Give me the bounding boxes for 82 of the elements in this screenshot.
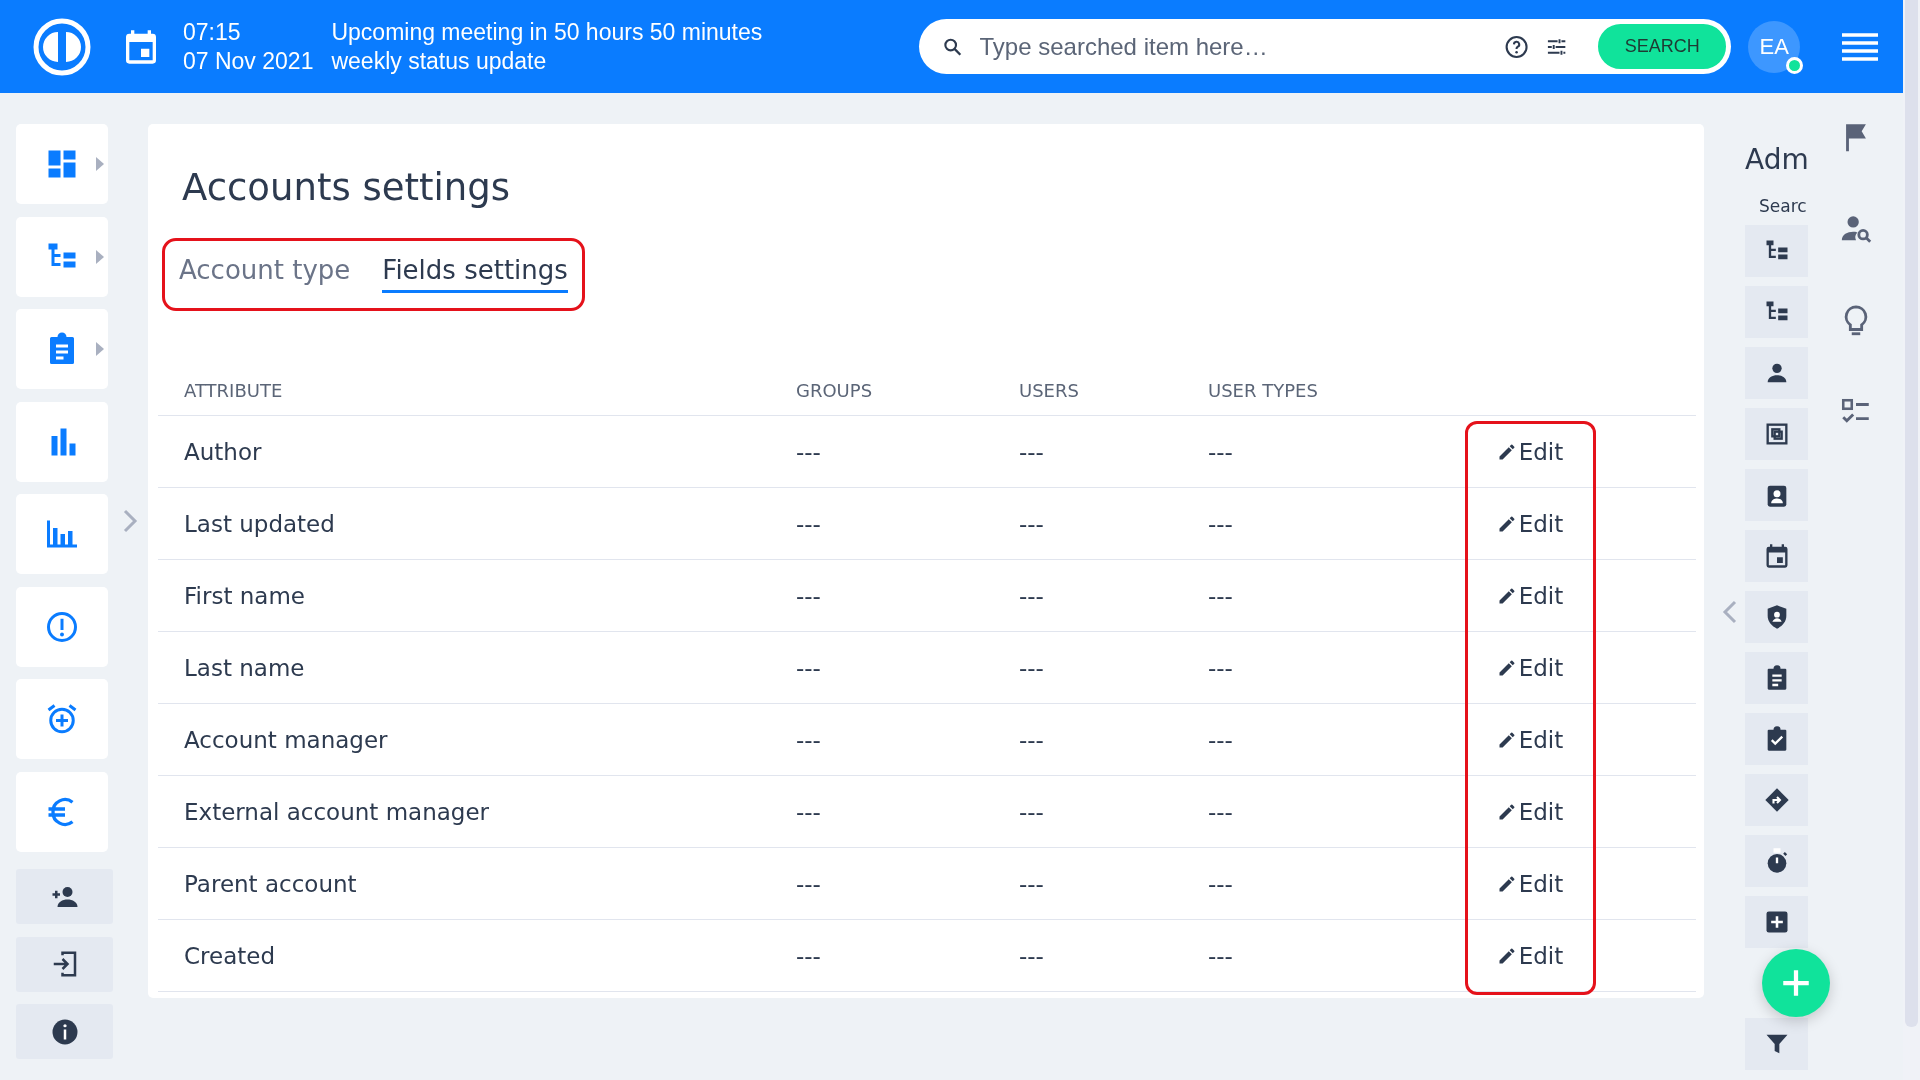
table-cell-text: ---	[796, 438, 822, 465]
table-cell-text: ---	[1208, 870, 1234, 897]
column-header: ATTRIBUTE	[183, 380, 284, 401]
table-cell-text: Parent account	[183, 870, 358, 897]
table-cell-text: ---	[1019, 510, 1045, 537]
table-cell-text: Account manager	[183, 726, 389, 753]
panel-tile[interactable]	[1745, 652, 1808, 704]
meeting-title: weekly status update	[331, 47, 548, 75]
table-cell-text: Created	[183, 942, 277, 969]
panel-tile[interactable]	[1745, 530, 1808, 582]
edit-link[interactable]: Edit	[1496, 942, 1564, 969]
table-cell-text: ---	[1019, 438, 1045, 465]
nav-button[interactable]	[16, 936, 113, 992]
table-cell-text: Last updated	[183, 510, 336, 537]
column-header: USER TYPES	[1208, 380, 1319, 401]
nav-tile[interactable]	[16, 771, 108, 852]
help-icon[interactable]	[1503, 33, 1529, 60]
table-cell-text: ---	[1208, 654, 1234, 681]
edit-link[interactable]: Edit	[1496, 654, 1564, 681]
search-field[interactable]: Type searched item here… SEARCH	[919, 19, 1732, 74]
tab[interactable]: Account type	[179, 255, 351, 293]
table-cell-text: ---	[1019, 654, 1045, 681]
panel-tile[interactable]	[1745, 347, 1808, 399]
nav-tile[interactable]	[16, 309, 108, 389]
edit-link[interactable]: Edit	[1496, 510, 1564, 537]
table-cell-text: ---	[1019, 798, 1045, 825]
nav-button[interactable]	[16, 869, 113, 924]
tab[interactable]: Fields settings	[382, 255, 568, 293]
table-cell-text: ---	[796, 798, 822, 825]
panel-tile[interactable]	[1745, 408, 1808, 460]
panel-tile[interactable]	[1745, 835, 1808, 887]
nav-tile[interactable]	[16, 679, 108, 759]
column-header: USERS	[1019, 380, 1080, 401]
table-cell-text: ---	[796, 726, 822, 753]
panel-tile[interactable]	[1745, 225, 1808, 277]
panel-tile[interactable]	[1745, 896, 1808, 948]
edit-link[interactable]: Edit	[1496, 870, 1564, 897]
edit-link[interactable]: Edit	[1496, 582, 1564, 609]
search-label: Searc	[1759, 196, 1807, 216]
table-cell-text: ---	[1208, 582, 1234, 609]
table-cell-text: ---	[796, 654, 822, 681]
edit-link[interactable]: Edit	[1496, 726, 1564, 753]
table-cell-text: ---	[796, 510, 822, 537]
edit-link[interactable]: Edit	[1496, 438, 1564, 465]
table-cell-text: ---	[1019, 582, 1045, 609]
meeting-date: 07 Nov 2021	[183, 47, 314, 75]
table-cell-text: ---	[1208, 942, 1234, 969]
nav-tile[interactable]	[16, 216, 108, 297]
logo-icon[interactable]	[33, 17, 91, 76]
edit-link[interactable]: Edit	[1496, 798, 1564, 825]
table-cell-text: External account manager	[183, 798, 491, 825]
table-cell-text: ---	[796, 582, 822, 609]
table-cell-text: ---	[796, 942, 822, 969]
panel-tile[interactable]	[1745, 1018, 1808, 1070]
nav-tile[interactable]	[16, 401, 108, 482]
menu-icon[interactable]	[1840, 30, 1881, 63]
column-header: GROUPS	[796, 380, 874, 401]
panel-tile[interactable]	[1745, 286, 1808, 338]
meeting-text: Upcoming meeting in 50 hours 50 minutes	[331, 18, 763, 46]
table-cell-text: ---	[1208, 798, 1234, 825]
table-cell-text: Last name	[183, 654, 306, 681]
table-cell-text: ---	[1019, 942, 1045, 969]
nav-button[interactable]	[16, 1004, 113, 1059]
search-button[interactable]: SEARCH	[1596, 22, 1729, 71]
table-cell-text: ---	[1208, 726, 1234, 753]
page-title: Accounts settings	[182, 166, 511, 209]
nav-tile[interactable]	[16, 494, 108, 574]
table-cell-text: First name	[183, 582, 306, 609]
panel-tile[interactable]	[1745, 591, 1808, 643]
table-cell-text: ---	[1208, 510, 1234, 537]
table-cell-text: ---	[1019, 726, 1045, 753]
table-cell-text: Author	[183, 438, 263, 465]
nav-tile[interactable]	[16, 586, 108, 667]
panel-tile[interactable]	[1745, 774, 1808, 826]
panel-tile[interactable]	[1745, 713, 1808, 765]
panel-title: Adm	[1745, 143, 1809, 176]
nav-tile[interactable]	[16, 124, 108, 204]
panel-tile[interactable]	[1745, 469, 1808, 521]
table-cell-text: ---	[796, 870, 822, 897]
table-cell-text: ---	[1208, 438, 1234, 465]
table-cell-text: ---	[1019, 870, 1045, 897]
meeting-time: 07:15	[183, 18, 242, 46]
